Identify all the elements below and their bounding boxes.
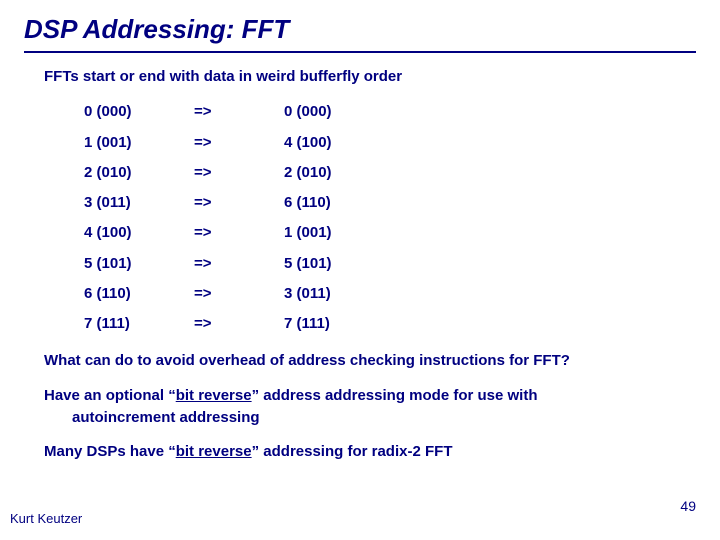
- table-row: 6 (110)=>3 (011): [84, 279, 332, 309]
- answer-pre: Have an optional “: [44, 387, 176, 404]
- cell-input: 5 (101): [84, 249, 194, 279]
- cell-output: 7 (111): [284, 309, 332, 339]
- title-divider: [24, 51, 696, 53]
- cell-arrow: =>: [194, 218, 284, 248]
- cell-arrow: =>: [194, 128, 284, 158]
- table-row: 5 (101)=>5 (101): [84, 249, 332, 279]
- cell-input: 0 (000): [84, 97, 194, 127]
- cell-output: 1 (001): [284, 218, 332, 248]
- cell-output: 3 (011): [284, 279, 332, 309]
- cell-input: 2 (010): [84, 158, 194, 188]
- cell-arrow: =>: [194, 249, 284, 279]
- many-dsps-text: Many DSPs have “bit reverse” addressing …: [44, 442, 676, 462]
- slide-title: DSP Addressing: FFT: [0, 0, 720, 51]
- cell-input: 1 (001): [84, 128, 194, 158]
- answer-text: Have an optional “bit reverse” address a…: [44, 386, 676, 429]
- table-row: 4 (100)=>1 (001): [84, 218, 332, 248]
- cell-arrow: =>: [194, 97, 284, 127]
- cell-input: 3 (011): [84, 188, 194, 218]
- answer-post: ” address addressing mode for use with: [252, 387, 538, 404]
- table-row: 7 (111)=>7 (111): [84, 309, 332, 339]
- cell-input: 7 (111): [84, 309, 194, 339]
- cell-arrow: =>: [194, 279, 284, 309]
- many-post: ” addressing for radix-2 FFT: [252, 443, 453, 460]
- table-row: 0 (000)=>0 (000): [84, 97, 332, 127]
- footer-author: Kurt Keutzer: [10, 511, 82, 526]
- table-row: 3 (011)=>6 (110): [84, 188, 332, 218]
- cell-input: 4 (100): [84, 218, 194, 248]
- cell-arrow: =>: [194, 188, 284, 218]
- cell-arrow: =>: [194, 309, 284, 339]
- cell-output: 5 (101): [284, 249, 332, 279]
- many-underline: bit reverse: [176, 443, 252, 460]
- answer-underline: bit reverse: [176, 387, 252, 404]
- cell-output: 2 (010): [284, 158, 332, 188]
- bit-reverse-table: 0 (000)=>0 (000)1 (001)=>4 (100)2 (010)=…: [84, 97, 332, 339]
- cell-input: 6 (110): [84, 279, 194, 309]
- table-row: 1 (001)=>4 (100): [84, 128, 332, 158]
- intro-text: FFTs start or end with data in weird buf…: [44, 67, 676, 87]
- cell-output: 6 (110): [284, 188, 332, 218]
- table-row: 2 (010)=>2 (010): [84, 158, 332, 188]
- slide-body: FFTs start or end with data in weird buf…: [0, 67, 720, 462]
- question-text: What can do to avoid overhead of address…: [44, 351, 676, 371]
- cell-output: 0 (000): [284, 97, 332, 127]
- footer-page-number: 49: [680, 498, 696, 514]
- many-pre: Many DSPs have “: [44, 443, 176, 460]
- cell-output: 4 (100): [284, 128, 332, 158]
- cell-arrow: =>: [194, 158, 284, 188]
- answer-line2: autoincrement addressing: [44, 408, 676, 428]
